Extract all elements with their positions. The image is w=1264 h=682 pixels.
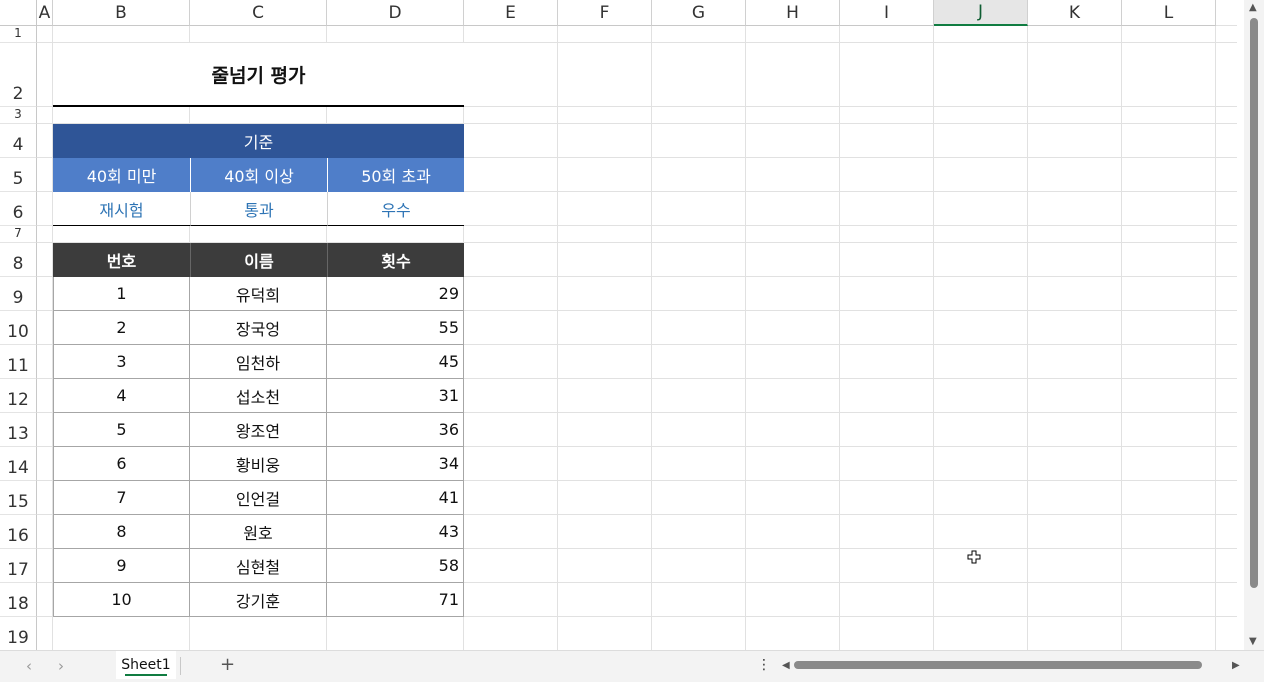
table-cell[interactable]: 섭소천 [190, 379, 327, 413]
table-cell[interactable]: 58 [327, 549, 464, 583]
row-header-5[interactable]: 5 [0, 158, 37, 192]
sheet-tab-bar: ‹ › Sheet1 + ⋮ ◀ ▶ [0, 650, 1264, 682]
horizontal-scroll-thumb[interactable] [794, 661, 1202, 669]
row-header-15[interactable]: 15 [0, 481, 37, 515]
row-header-8[interactable]: 8 [0, 243, 37, 277]
next-sheet-icon[interactable]: › [58, 657, 64, 675]
criteria-result-cell[interactable]: 우수 [327, 192, 464, 226]
vertical-scrollbar[interactable]: ▲ ▼ [1244, 0, 1264, 650]
scroll-down-icon[interactable]: ▼ [1249, 636, 1257, 647]
criteria-range-cell[interactable]: 50회 초과 [327, 158, 464, 192]
table-cell[interactable]: 10 [53, 583, 190, 617]
criteria-result-cell[interactable]: 재시험 [53, 192, 190, 226]
cell-cursor-icon [967, 550, 981, 564]
row-header-14[interactable]: 14 [0, 447, 37, 481]
table-cell[interactable]: 36 [327, 413, 464, 447]
row-header-9[interactable]: 9 [0, 277, 37, 311]
table-cell[interactable]: 5 [53, 413, 190, 447]
criteria-range-cell[interactable]: 40회 이상 [190, 158, 327, 192]
select-all-corner[interactable] [0, 0, 37, 26]
column-header-g[interactable]: G [652, 0, 746, 26]
column-header-i[interactable]: I [840, 0, 934, 26]
row-header-7[interactable]: 7 [0, 226, 37, 243]
table-cell[interactable]: 8 [53, 515, 190, 549]
column-header-c[interactable]: C [190, 0, 327, 26]
table-cell[interactable]: 1 [53, 277, 190, 311]
spreadsheet-grid[interactable]: A B C D E F G H I J K L 1 2 3 4 5 6 7 8 9 10 11 12 13 14 15 16 17 18 1… [0, 0, 1264, 650]
row-header-17[interactable]: 17 [0, 549, 37, 583]
criteria-result-cell[interactable]: 통과 [190, 192, 327, 226]
column-header-h[interactable]: H [746, 0, 840, 26]
more-options-icon[interactable]: ⋮ [757, 657, 771, 673]
scroll-up-icon[interactable]: ▲ [1249, 2, 1257, 13]
prev-sheet-icon[interactable]: ‹ [26, 657, 32, 675]
table-cell[interactable]: 31 [327, 379, 464, 413]
row-header-18[interactable]: 18 [0, 583, 37, 617]
table-header-cell[interactable]: 이름 [190, 243, 327, 277]
table-cell[interactable]: 인언걸 [190, 481, 327, 515]
row-header-19[interactable]: 19 [0, 617, 37, 650]
table-cell[interactable]: 2 [53, 311, 190, 345]
table-cell[interactable]: 43 [327, 515, 464, 549]
table-cell[interactable]: 71 [327, 583, 464, 617]
table-cell[interactable]: 임천하 [190, 345, 327, 379]
table-cell[interactable]: 41 [327, 481, 464, 515]
column-header-j[interactable]: J [934, 0, 1028, 26]
sheet-tab-label: Sheet1 [121, 657, 171, 673]
table-cell[interactable]: 45 [327, 345, 464, 379]
table-cell[interactable]: 4 [53, 379, 190, 413]
row-header-2[interactable]: 2 [0, 43, 37, 107]
row-header-12[interactable]: 12 [0, 379, 37, 413]
vertical-scroll-thumb[interactable] [1250, 18, 1258, 588]
table-cell[interactable]: 강기훈 [190, 583, 327, 617]
table-header-cell[interactable]: 번호 [53, 243, 190, 277]
table-cell[interactable]: 3 [53, 345, 190, 379]
table-cell[interactable]: 29 [327, 277, 464, 311]
column-header-k[interactable]: K [1028, 0, 1122, 26]
row-header-11[interactable]: 11 [0, 345, 37, 379]
row-header-1[interactable]: 1 [0, 26, 37, 43]
table-cell[interactable]: 원호 [190, 515, 327, 549]
table-cell[interactable]: 왕조연 [190, 413, 327, 447]
row-header-13[interactable]: 13 [0, 413, 37, 447]
row-header-4[interactable]: 4 [0, 124, 37, 158]
column-header-l[interactable]: L [1122, 0, 1216, 26]
row-header-10[interactable]: 10 [0, 311, 37, 345]
criteria-header-cell[interactable]: 기준 [53, 124, 464, 158]
row-header-16[interactable]: 16 [0, 515, 37, 549]
scroll-right-icon[interactable]: ▶ [1232, 660, 1240, 671]
table-cell[interactable]: 55 [327, 311, 464, 345]
table-cell[interactable]: 6 [53, 447, 190, 481]
column-header-b[interactable]: B [53, 0, 190, 26]
title-cell[interactable]: 줄넘기 평가 [53, 43, 464, 107]
column-header-f[interactable]: F [558, 0, 652, 26]
table-cell[interactable]: 34 [327, 447, 464, 481]
table-cell[interactable]: 9 [53, 549, 190, 583]
table-cell[interactable]: 황비웅 [190, 447, 327, 481]
table-cell[interactable]: 장국엉 [190, 311, 327, 345]
criteria-range-cell[interactable]: 40회 미만 [53, 158, 190, 192]
table-header-cell[interactable]: 횟수 [327, 243, 464, 277]
column-header-a[interactable]: A [37, 0, 53, 26]
table-cell[interactable]: 유덕희 [190, 277, 327, 311]
sheet-tab-sheet1[interactable]: Sheet1 [116, 651, 176, 679]
column-header-e[interactable]: E [464, 0, 558, 26]
table-cell[interactable]: 7 [53, 481, 190, 515]
table-cell[interactable]: 심현철 [190, 549, 327, 583]
row-header-6[interactable]: 6 [0, 192, 37, 226]
row-header-3[interactable]: 3 [0, 107, 37, 124]
add-sheet-button[interactable]: + [220, 654, 235, 675]
column-header-d[interactable]: D [327, 0, 464, 26]
scroll-left-icon[interactable]: ◀ [782, 660, 790, 671]
